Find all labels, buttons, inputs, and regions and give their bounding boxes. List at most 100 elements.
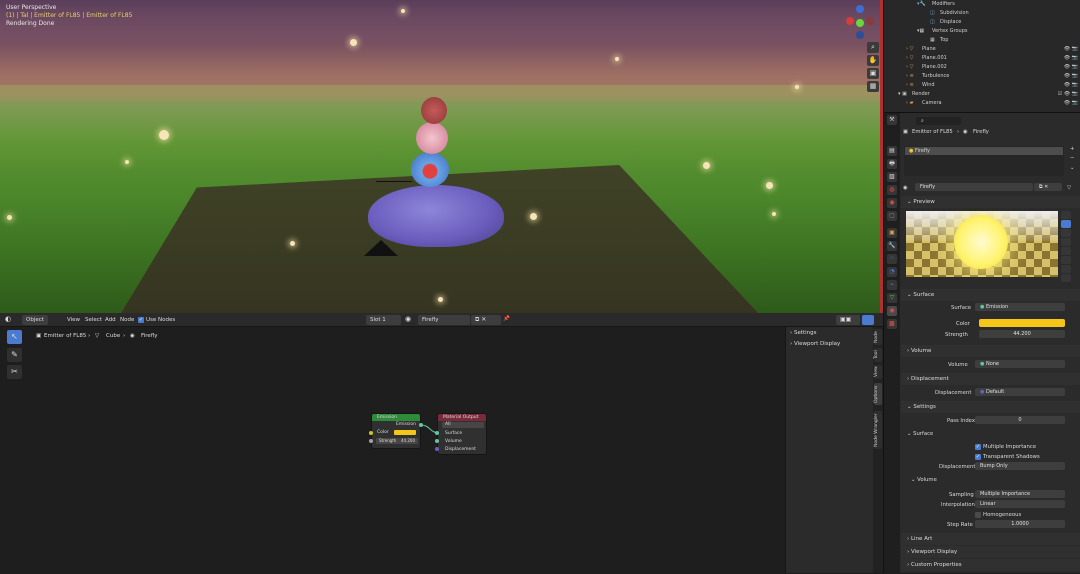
emission-color-swatch[interactable]: [394, 430, 416, 435]
multiple-importance-checkbox[interactable]: ✓: [975, 444, 981, 450]
particles-tab-icon[interactable]: ⁘: [887, 254, 897, 264]
strength-field[interactable]: 44.200: [979, 330, 1065, 338]
preview-cube-icon[interactable]: [1061, 229, 1071, 237]
scene-tab-icon[interactable]: ◍: [887, 185, 897, 195]
target-dropdown[interactable]: All: [442, 422, 484, 428]
pan-hand-icon[interactable]: ✋: [867, 55, 879, 66]
material-pin-icon[interactable]: ▽: [1067, 185, 1071, 191]
transparent-shadows-checkbox[interactable]: ✓: [975, 454, 981, 460]
surface-subpanel-header[interactable]: ⌄ Surface: [907, 431, 933, 437]
outliner-row[interactable]: ◫ Displace: [884, 18, 1080, 27]
editor-type-icon[interactable]: ◐: [5, 315, 11, 323]
mode-dropdown[interactable]: Object: [22, 315, 48, 325]
outliner-row[interactable]: ◫ Subdivision: [884, 9, 1080, 18]
emission-color-field[interactable]: [979, 319, 1065, 327]
homogeneous-checkbox[interactable]: [975, 512, 981, 518]
gizmo-x-icon[interactable]: [846, 17, 854, 25]
node-editor[interactable]: ↖ ✎ ✂ ▣ Emitter of FL85 › ▽ Cube › ◉ Fir…: [0, 327, 785, 573]
camera-object[interactable]: [364, 240, 398, 256]
select-tool-icon[interactable]: ↖: [7, 330, 22, 344]
material-tab-icon[interactable]: ◉: [887, 306, 897, 316]
remove-slot-icon[interactable]: −: [1070, 155, 1074, 161]
menu-node[interactable]: Node: [120, 317, 134, 323]
tool-tab-icon[interactable]: ⚒: [887, 115, 897, 125]
material-name-field[interactable]: Firefly: [915, 183, 1033, 191]
render-tab-icon[interactable]: ▤: [887, 146, 897, 156]
preview-hair-icon[interactable]: [1061, 238, 1071, 246]
gizmo-y-icon[interactable]: [856, 19, 864, 27]
add-slot-icon[interactable]: +: [1070, 146, 1074, 152]
tab-options[interactable]: Options: [874, 383, 882, 405]
world-tab-icon[interactable]: ◉: [887, 198, 897, 208]
preview-flat-icon[interactable]: [1061, 211, 1071, 219]
gizmo-neg-z-icon[interactable]: [856, 31, 864, 39]
tab-tool[interactable]: Tool: [874, 348, 882, 362]
pin-icon[interactable]: 📌: [503, 316, 510, 322]
snap-toggle[interactable]: [862, 315, 874, 325]
material-output-node[interactable]: Material Output All Surface Volume Displ…: [437, 413, 487, 455]
settings-panel-header[interactable]: ⌄ Settings: [901, 401, 1080, 413]
preview-cloth-icon[interactable]: [1061, 256, 1071, 264]
object-tab-icon[interactable]: ▣: [887, 228, 897, 238]
outliner-row[interactable]: ▾▦ Vertex Groups: [884, 27, 1080, 36]
outliner-row[interactable]: › ≋ Wind 👁 📷: [884, 81, 1080, 90]
purple-rock[interactable]: [368, 185, 504, 247]
pass-index-field[interactable]: 0: [975, 416, 1065, 424]
emission-node[interactable]: Emission Emission Color Strength 44.200: [371, 413, 421, 449]
physics-tab-icon[interactable]: ◔: [887, 267, 897, 277]
menu-select[interactable]: Select: [85, 317, 102, 323]
character-bottom[interactable]: [411, 152, 449, 187]
volume-input-socket[interactable]: [435, 439, 439, 443]
volume-shader-field[interactable]: ● None: [975, 360, 1065, 368]
displacement-input-socket[interactable]: [435, 447, 439, 451]
annotate-tool-icon[interactable]: ✎: [7, 348, 22, 362]
camera-view-icon[interactable]: ▣: [867, 68, 879, 79]
custom-properties-panel-header[interactable]: › Custom Properties: [901, 559, 1080, 571]
sampling-dropdown[interactable]: Multiple Importance: [975, 490, 1065, 498]
preview-shaderball-icon[interactable]: [1061, 247, 1071, 255]
viewport-display-panel-header[interactable]: › Viewport Display: [790, 341, 840, 347]
3d-viewport[interactable]: User Perspective (1) | Tal | Emitter of …: [0, 0, 883, 313]
color-input-socket[interactable]: [369, 431, 373, 435]
outliner-row[interactable]: ▦ Top: [884, 36, 1080, 45]
view-layer-tab-icon[interactable]: ▧: [887, 172, 897, 182]
displacement-method-dropdown[interactable]: Bump Only: [975, 462, 1065, 470]
preview-fluid-icon[interactable]: [1061, 265, 1071, 273]
outliner-row[interactable]: ▾ ▣ Render ☑ 👁 📷: [884, 90, 1080, 99]
tab-node-wrangler[interactable]: Node Wrangler: [874, 411, 882, 449]
perspective-toggle-icon[interactable]: ▦: [867, 81, 879, 92]
material-actions[interactable]: ⧉ ✕: [471, 315, 501, 325]
collection-tab-icon[interactable]: ▢: [887, 211, 897, 221]
character-middle[interactable]: [416, 122, 448, 154]
volume-subpanel-header[interactable]: ⌄ Volume: [911, 477, 937, 483]
material-slot-item[interactable]: ● Firefly: [905, 147, 1063, 155]
material-datablock-actions[interactable]: ⧉ ✕: [1034, 183, 1062, 191]
outliner-row[interactable]: › ▽ Plane.001 👁 📷: [884, 54, 1080, 63]
outliner-row[interactable]: › ≋ Turbulence 👁 📷: [884, 72, 1080, 81]
outliner-row[interactable]: › ▽ Plane.002 👁 📷: [884, 63, 1080, 72]
surface-input-socket[interactable]: [435, 431, 439, 435]
preview-panel-header[interactable]: ⌄ Preview: [901, 196, 1080, 208]
slot-specials-icon[interactable]: ⌄: [1070, 165, 1074, 171]
step-rate-field[interactable]: 1.0000: [975, 520, 1065, 528]
links-cut-tool-icon[interactable]: ✂: [7, 365, 22, 379]
displacement-panel-header[interactable]: › Displacement: [901, 373, 1080, 385]
texture-tab-icon[interactable]: ▩: [887, 319, 897, 329]
menu-add[interactable]: Add: [105, 317, 116, 323]
material-name-field[interactable]: Firefly: [418, 315, 470, 325]
outliner-row[interactable]: › ▰ Camera 👁 📷: [884, 99, 1080, 108]
outliner-row[interactable]: › ▽ Plane 👁 📷: [884, 45, 1080, 54]
settings-panel-header[interactable]: › Settings: [790, 330, 817, 336]
tab-node[interactable]: Node: [874, 329, 882, 345]
surface-shader-field[interactable]: ● Emission: [975, 303, 1065, 311]
gizmo-neg-x-icon[interactable]: [866, 17, 874, 25]
material-slot-list[interactable]: ● Firefly: [904, 146, 1064, 176]
volume-panel-header[interactable]: › Volume: [901, 345, 1080, 357]
strength-field[interactable]: Strength 44.200: [376, 438, 418, 444]
data-tab-icon[interactable]: ▽: [887, 293, 897, 303]
character-head[interactable]: [421, 97, 447, 124]
zoom-icon[interactable]: ⌕: [867, 42, 879, 53]
surface-panel-header[interactable]: ⌄ Surface: [901, 289, 1080, 301]
displacement-field[interactable]: ● Default: [975, 388, 1065, 396]
material-browse-icon[interactable]: ◉: [903, 185, 908, 191]
